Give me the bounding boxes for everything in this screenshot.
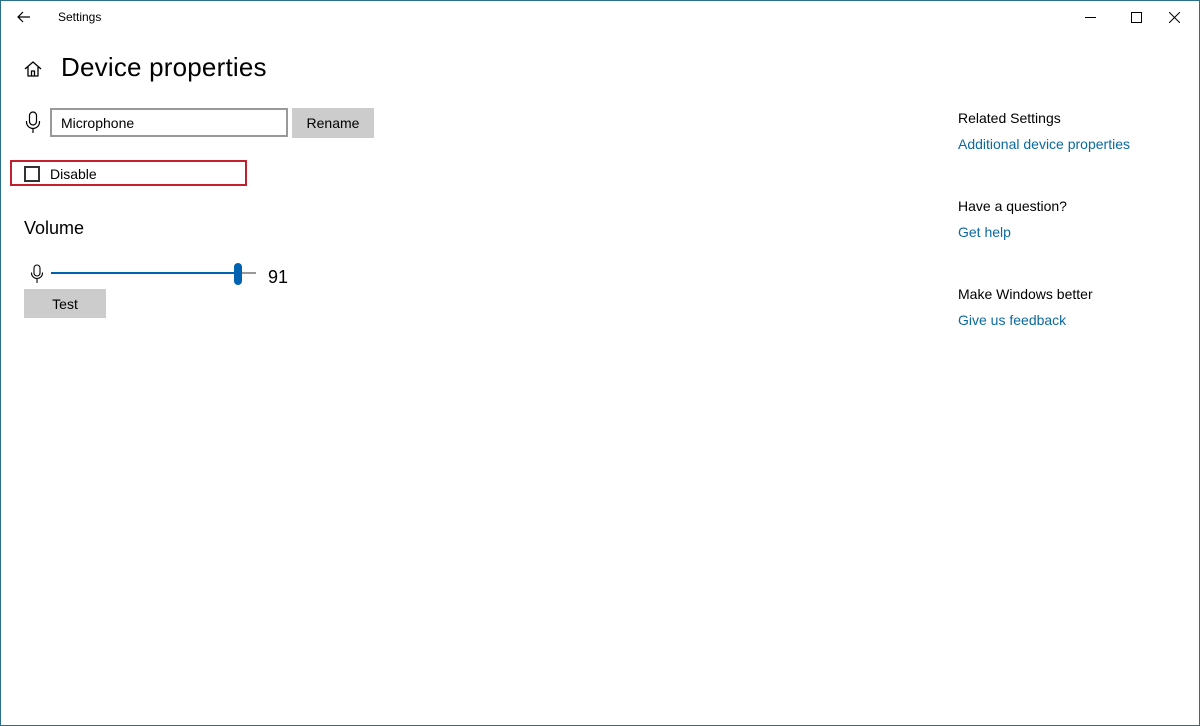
related-settings-heading: Related Settings: [958, 110, 1061, 126]
volume-heading: Volume: [24, 218, 85, 238]
minimize-icon: [1084, 16, 1096, 18]
minimize-button[interactable]: [1067, 1, 1113, 33]
slider-thumb[interactable]: [234, 263, 242, 285]
disable-checkbox[interactable]: [24, 166, 40, 182]
close-button[interactable]: [1151, 1, 1197, 33]
title-bar: Settings: [1, 1, 1199, 33]
rename-button[interactable]: Rename: [292, 108, 374, 138]
back-arrow-icon: [17, 11, 30, 23]
make-windows-better-heading: Make Windows better: [958, 286, 1093, 302]
disable-label: Disable: [50, 166, 97, 182]
slider-fill: [51, 272, 238, 274]
window-title: Settings: [58, 10, 102, 24]
additional-device-properties-link[interactable]: Additional device properties: [958, 136, 1130, 152]
microphone-icon: [30, 264, 44, 289]
volume-slider[interactable]: [51, 263, 256, 285]
page-title: Device properties: [61, 52, 267, 82]
give-feedback-link[interactable]: Give us feedback: [958, 312, 1066, 328]
maximize-icon: [1130, 11, 1142, 23]
home-icon: [24, 61, 42, 77]
home-button[interactable]: [23, 59, 43, 79]
back-button[interactable]: [1, 1, 47, 33]
test-button[interactable]: Test: [24, 289, 106, 318]
volume-value: 91: [268, 267, 289, 287]
close-icon: [1168, 11, 1180, 23]
settings-window: Settings Device properties R: [0, 0, 1200, 726]
disable-checkbox-row[interactable]: Disable: [24, 165, 97, 183]
device-name-input[interactable]: [50, 108, 288, 137]
question-heading: Have a question?: [958, 198, 1067, 214]
microphone-icon: [25, 111, 41, 140]
get-help-link[interactable]: Get help: [958, 224, 1011, 240]
